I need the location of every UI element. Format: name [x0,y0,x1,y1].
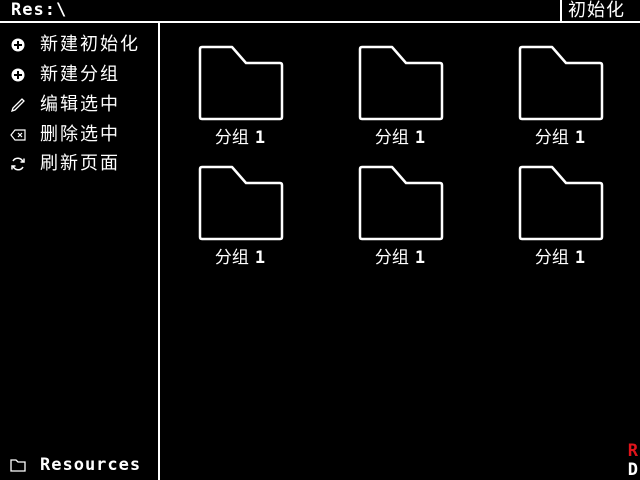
folder-name: 分组 [374,248,409,268]
sidebar-item-label: 编辑选中 [40,94,120,115]
folder-grid: 分组 1 分组 1 分组 1 分组 1 分组 1 分组 1 [160,23,640,480]
folder-number: 1 [254,248,266,268]
corner-letter-d: D [627,460,638,480]
folder-icon [518,165,604,241]
folder-label: 分组 1 [190,245,290,271]
folder-label: 分组 1 [510,125,610,151]
top-divider [560,0,562,21]
sidebar-item-delete-selected[interactable]: 删除选中 [10,123,120,147]
sidebar-resources[interactable]: Resources [10,453,141,477]
folder-name: 分组 [534,128,569,148]
folder-icon [10,457,26,473]
folder-number: 1 [414,128,426,148]
sidebar-item-refresh[interactable]: 刷新页面 [10,152,120,176]
pencil-icon [10,97,26,113]
folder-icon [518,45,604,121]
corner-letter-r: R [627,441,638,461]
sidebar-item-edit-selected[interactable]: 编辑选中 [10,93,120,117]
folder-label: 分组 1 [510,245,610,271]
folder-item[interactable]: 分组 1 [350,165,450,275]
refresh-icon [10,156,26,172]
resources-label: Resources [40,455,142,475]
current-path: Res:\ [11,0,68,20]
sidebar-item-new-group[interactable]: 新建分组 [10,63,120,87]
backspace-icon [10,127,26,143]
folder-number: 1 [414,248,426,268]
folder-icon [358,45,444,121]
folder-item[interactable]: 分组 1 [190,45,290,155]
plus-circle-icon [10,37,26,53]
sidebar-item-new-init[interactable]: 新建初始化 [10,33,140,57]
folder-icon [198,165,284,241]
folder-label: 分组 1 [350,245,450,271]
folder-icon [198,45,284,121]
folder-name: 分组 [374,128,409,148]
folder-item[interactable]: 分组 1 [510,165,610,275]
folder-number: 1 [254,128,266,148]
folder-label: 分组 1 [190,125,290,151]
sidebar-item-label: 刷新页面 [40,153,120,174]
plus-circle-icon [10,67,26,83]
sidebar: 新建初始化 新建分组 编辑选中 删除选中 刷新页面 Resources [0,23,160,480]
folder-item[interactable]: 分组 1 [510,45,610,155]
folder-name: 分组 [214,248,249,268]
init-button[interactable]: 初始化 [568,0,625,21]
sidebar-item-label: 新建分组 [40,64,120,85]
folder-name: 分组 [214,128,249,148]
folder-icon [358,165,444,241]
folder-item[interactable]: 分组 1 [190,165,290,275]
sidebar-item-label: 新建初始化 [40,34,140,55]
folder-number: 1 [574,128,586,148]
top-bar: Res:\ 初始化 [0,0,640,23]
folder-number: 1 [574,248,586,268]
sidebar-item-label: 删除选中 [40,124,120,145]
folder-name: 分组 [534,248,569,268]
folder-item[interactable]: 分组 1 [350,45,450,155]
folder-label: 分组 1 [350,125,450,151]
